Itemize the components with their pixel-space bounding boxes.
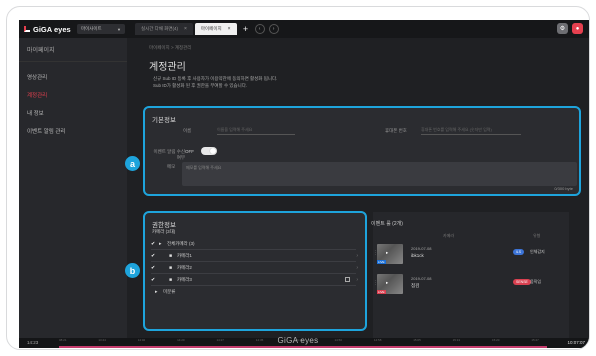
footer-brand: GiGA eyes [277, 336, 319, 345]
table-row[interactable]: ⋮ ▸ LIVE 2019-07-08 점검 SENSE 움직임 [373, 274, 567, 298]
video-thumbnail[interactable]: ▸ LIVE [377, 244, 403, 264]
page-title: 계정관리 [149, 62, 186, 73]
section-title: 권한정보 [152, 222, 176, 229]
column-header: 유형 [533, 233, 541, 238]
tab-bar: 실시간 다채 화면(4) × 마이페이지 × + ‹ › [135, 20, 279, 38]
alarm-label: 이벤트 알림 수신 여부 [153, 149, 185, 160]
tree-label: 미분류 [163, 289, 176, 294]
status-badge: iLS [513, 249, 525, 255]
tab-label: 실시간 다채 화면(4) [141, 26, 178, 31]
toggle-state: OFF [185, 149, 194, 154]
camera-icon: ■ [169, 276, 173, 283]
logo-icon [24, 26, 30, 32]
timeline-progress[interactable] [59, 346, 547, 348]
settings-icon[interactable]: ⚙ [557, 23, 568, 34]
tab-live-view[interactable]: 실시간 다채 화면(4) × [135, 23, 193, 35]
description-line: Sub ID가 활성화 된 후 권한을 부여할 수 있습니다. [153, 82, 248, 88]
brand-name: GiGA eyes [33, 24, 71, 34]
live-tag: LIVE [377, 260, 386, 264]
tree-label: 카메라2 [177, 264, 192, 270]
callout-b: b [125, 263, 140, 278]
name-label: 이름 [183, 128, 192, 133]
byte-counter: 0/300 byte [554, 186, 573, 191]
top-bar: GiGA eyes 마이사이트 ▼ 실시간 다채 화면(4) × 마이페이지 ×… [19, 20, 589, 38]
top-right-actions: ⚙ ● [557, 23, 583, 34]
add-tab-icon[interactable]: + [241, 24, 251, 34]
tree-row[interactable]: ✔ ■ 카메라1 › [151, 250, 358, 262]
chevron-right-icon: › [356, 276, 358, 283]
alarm-toggle[interactable] [201, 147, 217, 155]
chevron-down-icon: ▼ [117, 26, 121, 32]
tree-row[interactable]: ✔ ■ 카메라3 › [151, 274, 358, 286]
description-line: 신규 Sub ID 등록 후 사용자가 이용약관에 동의하면 활성화 됩니다. [153, 76, 278, 81]
check-icon[interactable]: ✔ [151, 265, 159, 271]
camera-icon: ■ [169, 264, 173, 271]
check-icon[interactable]: ✔ [151, 277, 159, 283]
site-select[interactable]: 마이사이트 ▼ [77, 24, 125, 34]
phone-input[interactable]: 휴대폰 번호를 입력해 주세요 (숫자만 입력) [421, 126, 521, 135]
chevron-right-icon: › [356, 264, 358, 271]
check-icon[interactable]: ✔ [151, 253, 159, 259]
notification-icon[interactable]: ● [572, 23, 583, 34]
folder-icon: ▸ [159, 240, 162, 247]
video-thumbnail[interactable]: ▸ LIVE [377, 274, 403, 294]
tree-label: 카메라1 [177, 252, 192, 258]
camera-tree: ✔ ▸ 전체카메라 (3) ✔ ■ 카메라1 › ✔ ■ 카메라2 › ✔ ■ … [151, 238, 358, 298]
permission-panel: 권한정보 카메라 (3대) ✔ ▸ 전체카메라 (3) ✔ ■ 카메라1 › ✔… [143, 211, 367, 331]
tree-row[interactable]: ✔ ■ 카메라2 › [151, 262, 358, 274]
event-date: 2019-07-08 [411, 246, 432, 251]
name-input[interactable]: 이름을 입력해 주세요 [217, 126, 295, 135]
camera-count: 카메라 (3대) [152, 229, 176, 234]
device-frame: GiGA eyes 마이사이트 ▼ 실시간 다채 화면(4) × 마이페이지 ×… [6, 6, 590, 350]
event-type: 인체감지 [530, 249, 545, 254]
main-content: 마이페이지 > 계정관리 계정관리 신규 Sub ID 등록 후 사용자가 이용… [125, 38, 589, 338]
event-type: 움직임 [530, 279, 542, 284]
play-icon: ▸ [386, 280, 389, 285]
app-screen: GiGA eyes 마이사이트 ▼ 실시간 다채 화면(4) × 마이페이지 ×… [19, 20, 589, 348]
sidebar-item-myinfo[interactable]: 내 정보 [19, 104, 127, 122]
brand-logo[interactable]: GiGA eyes [19, 25, 77, 34]
phone-label: 휴대폰 번호 [385, 128, 407, 133]
chevron-right-icon: › [356, 252, 358, 259]
tree-label: 카메라3 [177, 276, 192, 282]
camera-icon: ■ [169, 252, 173, 259]
breadcrumb: 마이페이지 > 계정관리 [149, 45, 192, 50]
table-row[interactable]: ⋮ ▸ LIVE 2019-07-08 ibk1ck iLS 인체감지 [373, 244, 567, 268]
site-select-value: 마이사이트 [81, 26, 102, 31]
tree-row[interactable]: ▸ 미분류 [151, 286, 356, 298]
live-tag: LIVE [377, 290, 386, 294]
folder-icon: ▸ [155, 289, 158, 295]
tree-row[interactable]: ✔ ▸ 전체카메라 (3) [151, 238, 356, 250]
tab-label: 마이페이지 [200, 26, 222, 31]
sidebar: 마이페이지 영상관리 계정관리 내 정보 이벤트 알림 관리 [19, 38, 127, 338]
basic-info-panel: 기본정보 이름 이름을 입력해 주세요 휴대폰 번호 휴대폰 번호를 입력해 주… [143, 106, 581, 196]
memo-textarea[interactable]: 메모를 입력해 주세요 [182, 162, 577, 186]
event-camera: ibk1ck [411, 253, 424, 258]
table-header: 카메라 유형 [373, 233, 569, 241]
sidebar-item-account[interactable]: 계정관리 [19, 86, 127, 104]
close-icon[interactable]: × [228, 26, 231, 32]
column-header: 카메라 [443, 233, 455, 238]
section-title: 기본정보 [152, 117, 176, 124]
chevron-right-icon[interactable]: › [268, 24, 279, 34]
event-camera: 점검 [411, 283, 420, 288]
sidebar-item-event-alarm[interactable]: 이벤트 알림 관리 [19, 122, 127, 140]
tab-mypage[interactable]: 마이페이지 × [194, 23, 237, 35]
status-badge: SENSE [513, 279, 531, 285]
check-icon[interactable]: ✔ [151, 241, 159, 247]
sidebar-item-video[interactable]: 영상관리 [19, 68, 127, 86]
section-title: 이벤트 룰 (2개) [371, 221, 403, 227]
tree-label: 전체카메라 (3) [167, 240, 195, 246]
close-icon[interactable]: × [184, 26, 187, 32]
event-date: 2019-07-08 [411, 276, 432, 281]
event-rules-panel: 이벤트 룰 (2개) 카메라 유형 ⋮ ▸ LIVE 2019-07-08 ib… [371, 212, 569, 338]
callout-a: a [125, 156, 140, 171]
chevron-left-icon[interactable]: ‹ [254, 24, 265, 34]
sidebar-title: 마이페이지 [19, 38, 127, 62]
play-icon: ▸ [386, 250, 389, 255]
page-description: 신규 Sub ID 등록 후 사용자가 이용약관에 동의하면 활성화 됩니다. … [153, 76, 277, 89]
checkbox[interactable] [345, 277, 350, 282]
memo-label: 메모 [167, 164, 176, 169]
